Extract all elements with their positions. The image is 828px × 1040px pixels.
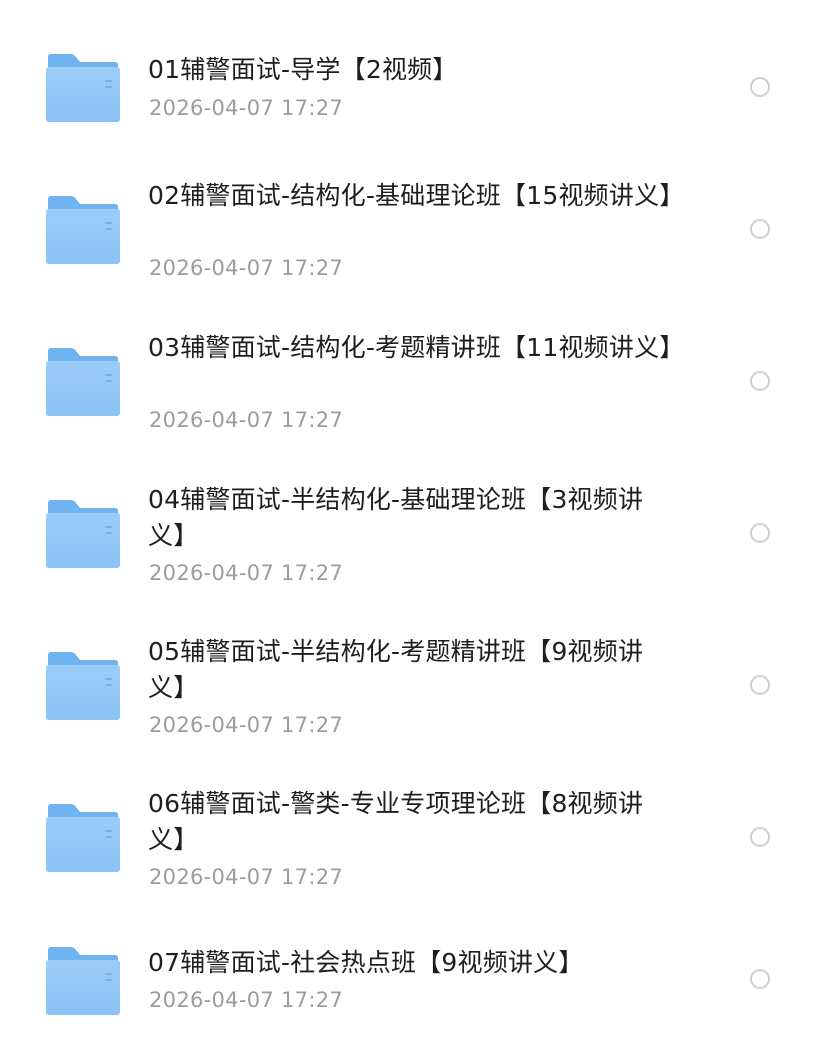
folder-icon	[45, 347, 120, 417]
select-radio[interactable]	[750, 827, 770, 847]
modified-date: 2026-04-07 17:27	[149, 256, 344, 280]
modified-date: 2026-04-07 17:27	[149, 865, 344, 889]
folder-icon	[45, 651, 120, 721]
select-radio[interactable]	[750, 523, 770, 543]
modified-date: 2026-04-07 17:27	[149, 988, 344, 1012]
folder-icon	[45, 946, 120, 1016]
modified-date: 2026-04-07 17:27	[149, 408, 344, 432]
list-item[interactable]: 01辅警面试-导学【2视频】 2026-04-07 17:27	[0, 0, 828, 140]
folder-icon	[45, 803, 120, 873]
folder-icon	[45, 499, 120, 569]
list-item[interactable]: 03辅警面试-结构化-考题精讲班【11视频讲义】 2026-04-07 17:2…	[0, 292, 828, 432]
folder-name: 02辅警面试-结构化-基础理论班【15视频讲义】	[148, 181, 685, 210]
folder-name: 03辅警面试-结构化-考题精讲班【11视频讲义】	[148, 333, 685, 362]
list-item[interactable]: 07辅警面试-社会热点班【9视频讲义】 2026-04-07 17:27	[0, 900, 828, 1040]
list-item[interactable]: 06辅警面试-警类-专业专项理论班【8视频讲义】 2026-04-07 17:2…	[0, 748, 828, 889]
modified-date: 2026-04-07 17:27	[149, 561, 344, 585]
folder-name: 06辅警面试-警类-专业专项理论班【8视频讲义】	[148, 789, 644, 854]
list-item[interactable]: 05辅警面试-半结构化-考题精讲班【9视频讲义】 2026-04-07 17:2…	[0, 596, 828, 737]
folder-name: 01辅警面试-导学【2视频】	[148, 55, 458, 84]
select-radio[interactable]	[750, 77, 770, 97]
folder-name: 04辅警面试-半结构化-基础理论班【3视频讲义】	[148, 485, 644, 550]
list-item[interactable]: 02辅警面试-结构化-基础理论班【15视频讲义】 2026-04-07 17:2…	[0, 140, 828, 280]
file-list: 01辅警面试-导学【2视频】 2026-04-07 17:27 02辅警面试-结…	[0, 0, 828, 1015]
select-radio[interactable]	[750, 371, 770, 391]
folder-icon	[45, 195, 120, 265]
list-item[interactable]: 04辅警面试-半结构化-基础理论班【3视频讲义】 2026-04-07 17:2…	[0, 444, 828, 585]
select-radio[interactable]	[750, 675, 770, 695]
folder-name: 05辅警面试-半结构化-考题精讲班【9视频讲义】	[148, 637, 644, 702]
select-radio[interactable]	[750, 219, 770, 239]
select-radio[interactable]	[750, 969, 770, 989]
folder-name: 07辅警面试-社会热点班【9视频讲义】	[148, 948, 584, 977]
modified-date: 2026-04-07 17:27	[149, 713, 344, 737]
folder-icon	[45, 53, 120, 123]
modified-date: 2026-04-07 17:27	[149, 96, 344, 120]
